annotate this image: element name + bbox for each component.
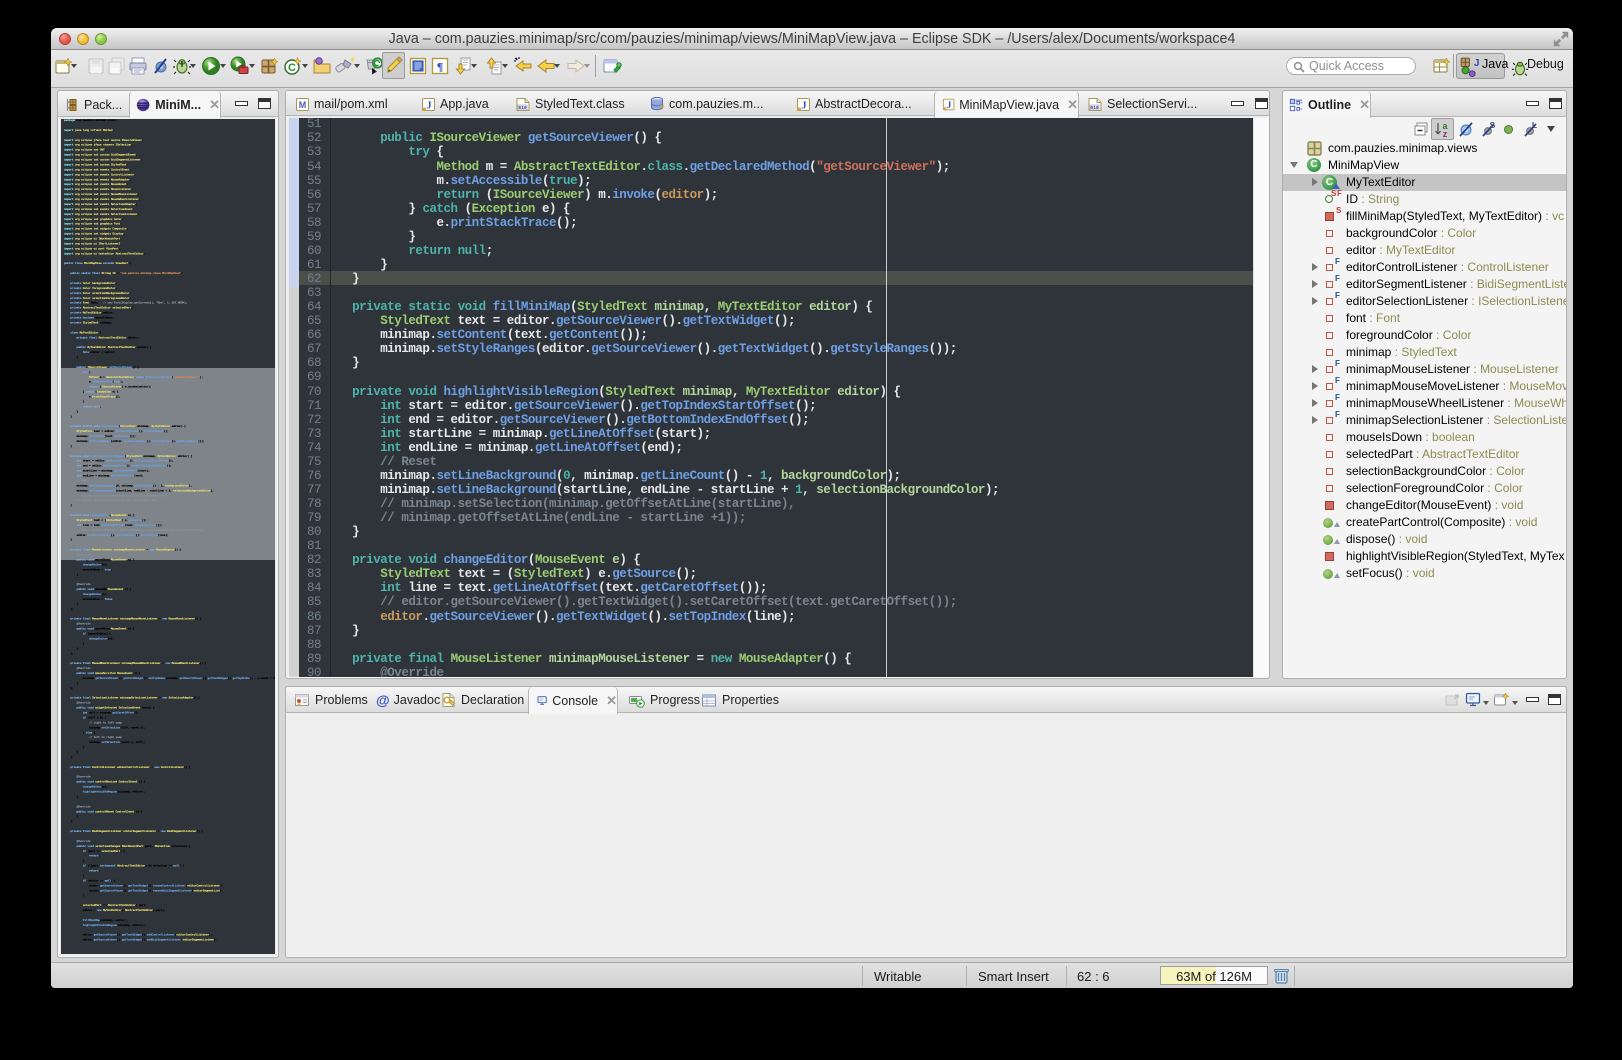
svg-text:010: 010 bbox=[1090, 105, 1099, 111]
svg-text:010: 010 bbox=[518, 105, 527, 111]
svg-text:J: J bbox=[801, 100, 806, 111]
svg-text:M: M bbox=[299, 100, 307, 110]
svg-text:¶: ¶ bbox=[437, 60, 443, 74]
svg-text:J: J bbox=[1474, 58, 1480, 69]
svg-text:J: J bbox=[426, 100, 431, 111]
svg-text:J: J bbox=[947, 101, 952, 111]
svg-text:C: C bbox=[288, 62, 296, 74]
